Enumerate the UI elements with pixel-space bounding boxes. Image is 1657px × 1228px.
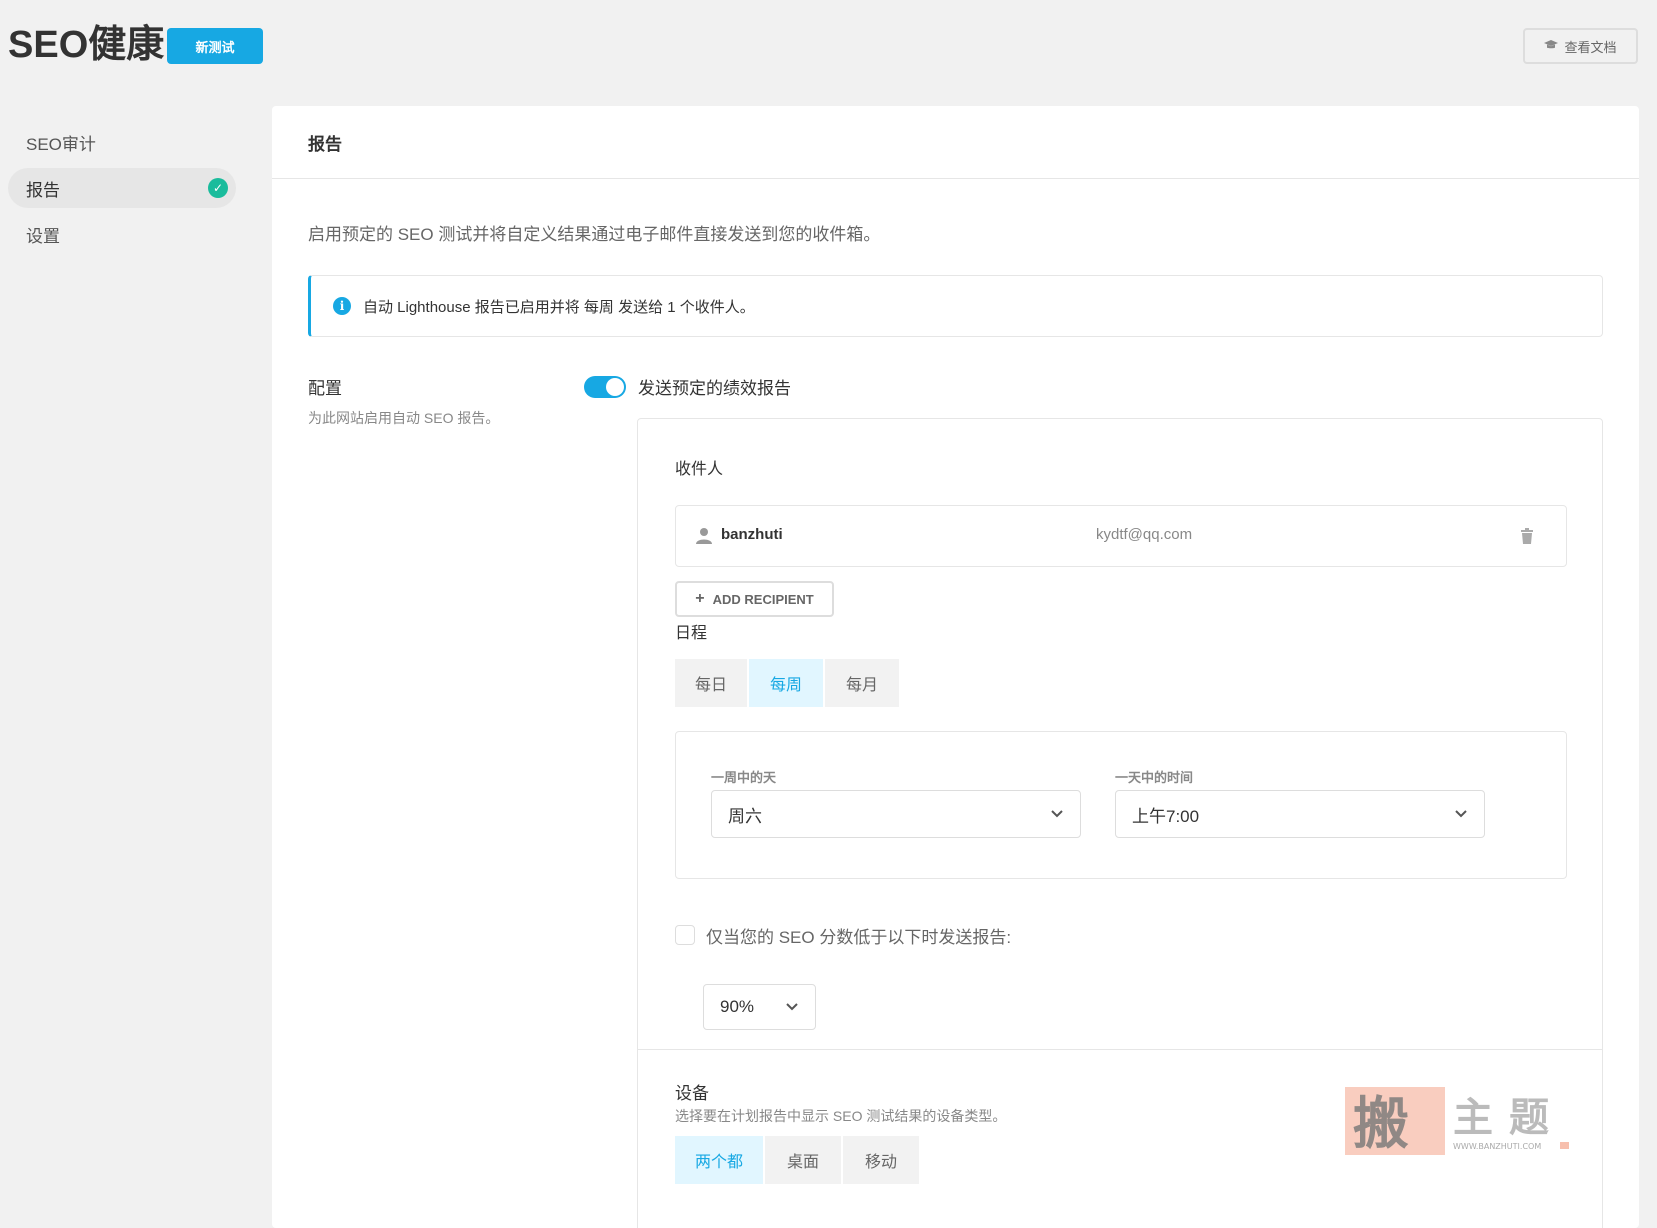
schedule-label: 日程 xyxy=(675,625,708,642)
toggle-label: 发送预定的绩效报告 xyxy=(638,379,791,398)
recipients-label: 收件人 xyxy=(675,461,724,478)
time-of-day-select[interactable]: 上午7:00 xyxy=(1115,790,1485,838)
devices-description: 选择要在计划报告中显示 SEO 测试结果的设备类型。 xyxy=(675,1108,1007,1124)
watermark-logo: 搬 主 题 WWW.BANZHUTI.COM xyxy=(1345,1087,1570,1157)
chevron-down-icon xyxy=(786,1003,798,1011)
reports-panel: 报告 启用预定的 SEO 测试并将自定义结果通过电子邮件直接发送到您的收件箱。 … xyxy=(272,106,1639,1228)
recipient-name: banzhuti xyxy=(721,526,783,543)
schedule-tabs: 每日 每周 每月 xyxy=(675,659,899,707)
page-title: SEO健康 xyxy=(8,24,165,66)
sidebar-item-label: 设置 xyxy=(26,226,60,246)
sidebar: SEO审计 报告 ✓ 设置 xyxy=(8,122,236,260)
intro-text: 启用预定的 SEO 测试并将自定义结果通过电子邮件直接发送到您的收件箱。 xyxy=(308,225,881,244)
panel-title: 报告 xyxy=(272,106,1639,179)
devices-label: 设备 xyxy=(675,1084,709,1103)
svg-text:主: 主 xyxy=(1453,1094,1493,1141)
sidebar-item-seo-audit[interactable]: SEO审计 xyxy=(8,122,236,162)
day-of-week-value: 周六 xyxy=(728,806,762,826)
tab-daily[interactable]: 每日 xyxy=(675,659,747,707)
info-icon: i xyxy=(333,297,351,315)
schedule-options: 一周中的天 周六 一天中的时间 上午7:00 xyxy=(675,731,1567,879)
sidebar-item-label: 报告 xyxy=(26,180,60,200)
check-circle-icon: ✓ xyxy=(208,178,228,198)
day-of-week-label: 一周中的天 xyxy=(711,770,777,785)
trash-icon[interactable] xyxy=(1520,528,1534,544)
threshold-value: 90% xyxy=(720,997,755,1016)
new-test-button[interactable]: 新测试 xyxy=(167,28,263,64)
add-recipient-button[interactable]: + ADD RECIPIENT xyxy=(675,581,834,617)
config-label: 配置 xyxy=(308,379,342,398)
threshold-select[interactable]: 90% xyxy=(703,984,816,1030)
info-notice: i 自动 Lighthouse 报告已启用并将 每周 发送给 1 个收件人。 xyxy=(308,275,1603,337)
threshold-label: 仅当您的 SEO 分数低于以下时发送报告: xyxy=(706,928,1012,947)
tab-weekly[interactable]: 每周 xyxy=(749,659,823,707)
user-icon xyxy=(696,528,712,544)
device-tabs: 两个都 桌面 移动 xyxy=(675,1136,919,1184)
time-of-day-label: 一天中的时间 xyxy=(1115,770,1194,785)
svg-text:WWW.BANZHUTI.COM: WWW.BANZHUTI.COM xyxy=(1453,1142,1541,1151)
divider xyxy=(638,1049,1602,1050)
schedule-toggle-row: 发送预定的绩效报告 xyxy=(584,374,791,399)
chevron-down-icon xyxy=(1455,810,1467,818)
tab-monthly[interactable]: 每月 xyxy=(825,659,899,707)
sidebar-item-reports[interactable]: 报告 ✓ xyxy=(8,168,236,208)
svg-text:搬: 搬 xyxy=(1353,1091,1409,1155)
sidebar-item-settings[interactable]: 设置 xyxy=(8,214,236,254)
threshold-checkbox[interactable] xyxy=(675,925,695,945)
sidebar-item-label: SEO审计 xyxy=(26,134,96,154)
recipient-email: kydtf@qq.com xyxy=(1096,526,1193,543)
view-docs-label: 查看文档 xyxy=(1564,39,1617,55)
plus-icon: + xyxy=(695,590,705,607)
add-recipient-label: ADD RECIPIENT xyxy=(712,591,814,607)
tab-desktop[interactable]: 桌面 xyxy=(765,1136,841,1184)
svg-text:题: 题 xyxy=(1509,1094,1549,1141)
notice-text: 自动 Lighthouse 报告已启用并将 每周 发送给 1 个收件人。 xyxy=(363,298,755,316)
tab-both[interactable]: 两个都 xyxy=(675,1136,763,1184)
day-of-week-select[interactable]: 周六 xyxy=(711,790,1081,838)
recipient-row: banzhuti kydtf@qq.com xyxy=(675,505,1567,567)
config-description: 为此网站启用自动 SEO 报告。 xyxy=(308,410,500,426)
schedule-toggle[interactable] xyxy=(584,375,626,398)
graduation-cap-icon xyxy=(1544,39,1559,54)
time-of-day-value: 上午7:00 xyxy=(1132,806,1200,826)
view-docs-button[interactable]: 查看文档 xyxy=(1523,28,1638,64)
tab-mobile[interactable]: 移动 xyxy=(843,1136,919,1184)
chevron-down-icon xyxy=(1051,810,1063,818)
